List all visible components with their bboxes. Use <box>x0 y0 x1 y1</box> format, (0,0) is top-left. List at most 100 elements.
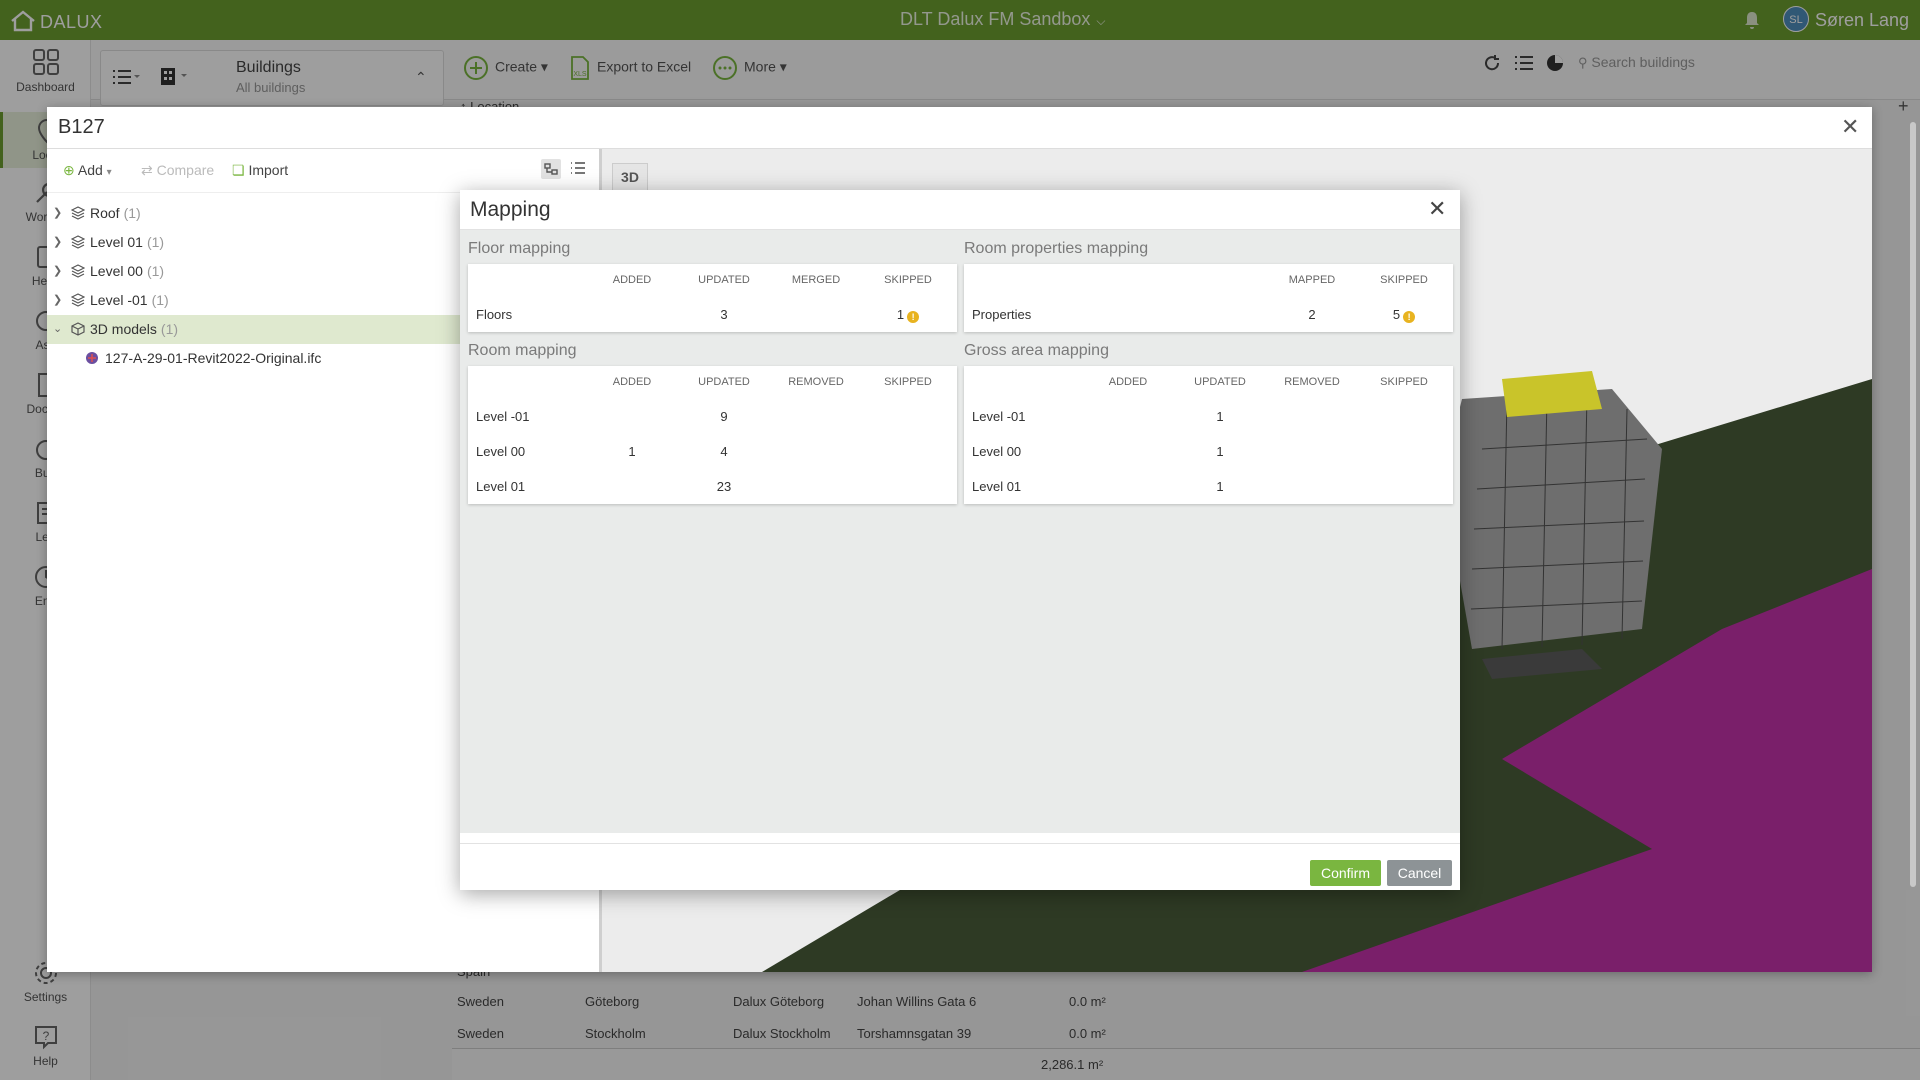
import-button[interactable]: ❏ Import <box>232 162 288 179</box>
room-properties-table: MAPPED SKIPPED Properties 2 5! <box>964 264 1453 332</box>
mapped-cell: 2 <box>1308 307 1316 322</box>
tree-item-label: Level 01 <box>90 234 143 250</box>
skipped-cell: 5! <box>1364 307 1444 323</box>
table-row: Level 01 23 <box>468 469 957 504</box>
list-view-icon[interactable] <box>569 159 587 180</box>
column-header: MAPPED <box>1288 274 1336 286</box>
warning-icon[interactable]: ! <box>907 311 920 323</box>
table-row: Level -01 9 <box>468 399 957 434</box>
room-mapping-table: ADDED UPDATED REMOVED SKIPPED Level -01 … <box>468 366 957 504</box>
chevron-right-icon[interactable]: ❯ <box>53 206 62 219</box>
added-cell: 1 <box>628 444 636 459</box>
skipped-cell: 1! <box>868 307 948 323</box>
dialog-body: Floor mapping ADDED UPDATED MERGED SKIPP… <box>460 230 1460 833</box>
chevron-right-icon[interactable]: ❯ <box>53 293 62 306</box>
updated-cell: 3 <box>720 307 728 322</box>
tree-item-label: 3D models <box>90 321 157 337</box>
column-header: ADDED <box>612 274 652 286</box>
gross-area-table: ADDED UPDATED REMOVED SKIPPED Level -01 … <box>964 366 1453 504</box>
layers-icon <box>70 293 86 310</box>
row-label: Level -01 <box>972 409 1026 424</box>
scrollbar[interactable] <box>1910 122 1916 887</box>
table-header: MAPPED SKIPPED <box>964 264 1453 297</box>
row-label: Level 01 <box>972 479 1022 494</box>
table-row: Level 00 1 4 <box>468 434 957 469</box>
row-label: Level 00 <box>972 444 1022 459</box>
section-title: Gross area mapping <box>964 342 1109 359</box>
mapping-dialog: Mapping ✕ Floor mapping ADDED UPDATED ME… <box>460 190 1460 890</box>
column-header: SKIPPED <box>884 274 932 286</box>
column-header: REMOVED <box>788 376 844 388</box>
tree-item-label: 127-A-29-01-Revit2022-Original.ifc <box>105 350 322 366</box>
tree-item-count: (1) <box>123 205 141 221</box>
import-icon: ❏ <box>232 162 245 178</box>
cube-icon <box>71 322 85 339</box>
row-label: Level -01 <box>476 409 530 424</box>
column-header: MERGED <box>791 274 841 286</box>
close-icon[interactable]: ✕ <box>1428 198 1446 220</box>
tree-item-count: (1) <box>146 234 165 250</box>
column-header: ADDED <box>612 376 652 388</box>
add-button[interactable]: ⊕ Add ▾ <box>63 162 112 179</box>
layers-icon <box>70 264 86 281</box>
skipped-value: 5 <box>1392 307 1401 322</box>
updated-cell: 9 <box>720 409 728 424</box>
panel-toolbar: ⊕ Add ▾ ⇄ Compare ❏ Import <box>47 149 599 193</box>
row-label: Level 01 <box>476 479 526 494</box>
dialog-header: Mapping ✕ <box>460 190 1460 230</box>
add-label: Add <box>77 162 103 178</box>
updated-cell: 23 <box>716 479 732 494</box>
column-header: SKIPPED <box>1380 274 1428 286</box>
chevron-right-icon[interactable]: ❯ <box>53 264 62 277</box>
column-header: ADDED <box>1108 376 1148 388</box>
table-header: ADDED UPDATED MERGED SKIPPED <box>468 264 957 297</box>
plus-circle-icon: ⊕ <box>63 162 75 178</box>
compare-icon: ⇄ <box>141 162 153 178</box>
dialog-footer: Confirm Cancel <box>460 843 1460 890</box>
column-header: UPDATED <box>698 376 750 388</box>
tree-item-count: (1) <box>146 263 165 279</box>
layers-icon <box>70 206 86 223</box>
dialog-title: Mapping <box>470 198 551 221</box>
updated-cell: 1 <box>1216 409 1224 424</box>
column-header: UPDATED <box>698 274 750 286</box>
column-header: SKIPPED <box>1380 376 1428 388</box>
close-icon[interactable]: ✕ <box>1841 116 1859 138</box>
import-label: Import <box>248 162 289 178</box>
compare-button[interactable]: ⇄ Compare <box>141 162 214 179</box>
tree-item-label: Level 00 <box>90 263 143 279</box>
chevron-right-icon[interactable]: ❯ <box>53 235 62 248</box>
warning-icon[interactable]: ! <box>1403 311 1416 323</box>
ifc-file-icon <box>85 351 99 368</box>
table-row: Level 01 1 <box>964 469 1453 504</box>
compare-label: Compare <box>156 162 215 178</box>
chevron-down-icon[interactable]: ⌄ <box>53 322 62 335</box>
section-title: Room properties mapping <box>964 240 1149 257</box>
updated-cell: 4 <box>720 444 728 459</box>
section-title: Floor mapping <box>468 240 571 257</box>
row-label: Floors <box>476 307 513 322</box>
3d-toggle-button[interactable]: 3D <box>612 163 648 191</box>
table-row: Level -01 1 <box>964 399 1453 434</box>
floor-mapping-table: ADDED UPDATED MERGED SKIPPED Floors 3 1! <box>468 264 957 332</box>
skipped-value: 1 <box>896 307 905 322</box>
column-header: REMOVED <box>1284 376 1340 388</box>
table-row: Level 00 1 <box>964 434 1453 469</box>
layers-icon <box>70 235 86 252</box>
table-header: ADDED UPDATED REMOVED SKIPPED <box>964 366 1453 399</box>
tree-item-label: Level -01 <box>90 292 148 308</box>
panel-header: B127 ✕ <box>47 107 1872 149</box>
confirm-button[interactable]: Confirm <box>1310 860 1381 886</box>
section-title: Room mapping <box>468 342 577 359</box>
column-header: SKIPPED <box>884 376 932 388</box>
table-row: Floors 3 1! <box>468 297 957 332</box>
tree-item-count: (1) <box>160 321 179 337</box>
tree-view-icon[interactable] <box>541 159 561 179</box>
row-label: Level 00 <box>476 444 526 459</box>
column-header: UPDATED <box>1194 376 1246 388</box>
updated-cell: 1 <box>1216 444 1224 459</box>
cancel-button[interactable]: Cancel <box>1387 860 1452 886</box>
tree-item-count: (1) <box>151 292 169 308</box>
panel-title: B127 <box>58 116 105 138</box>
table-header: ADDED UPDATED REMOVED SKIPPED <box>468 366 957 399</box>
